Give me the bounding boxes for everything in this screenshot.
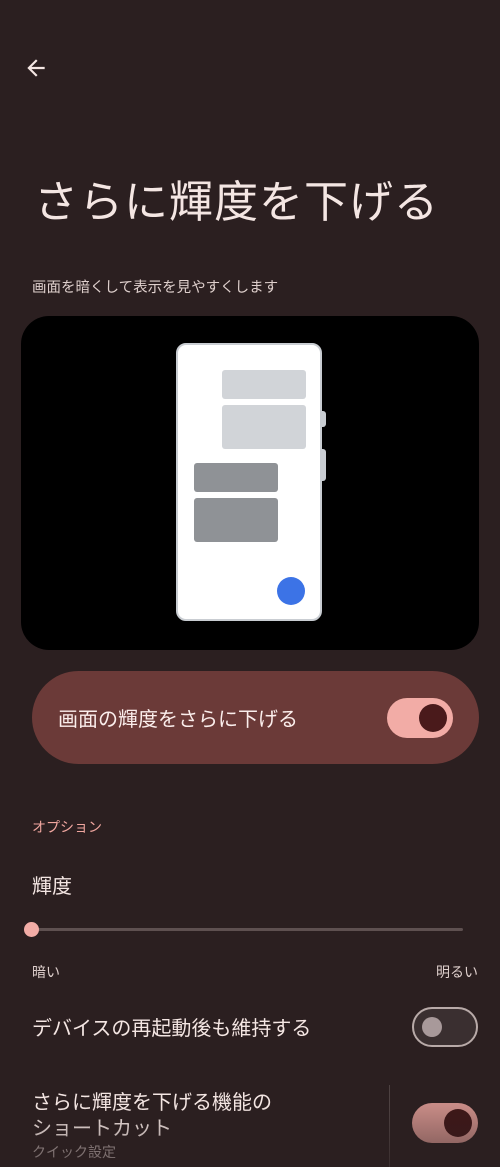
shortcut-label-line1[interactable]: さらに輝度を下げる機能の [32, 1086, 272, 1115]
section-label-options: オプション [32, 820, 102, 836]
arrow-left-icon [27, 59, 45, 77]
message-bubble [222, 405, 306, 449]
phone-illustration [176, 343, 326, 621]
message-bubble [194, 498, 278, 542]
brightness-label: 輝度 [32, 874, 72, 898]
shortcut-label-line2[interactable]: ショートカット [32, 1112, 172, 1141]
message-bubble [194, 463, 278, 492]
phone-side-button [321, 449, 326, 481]
page-title: さらに輝度を下げる [34, 177, 439, 228]
row-divider [389, 1085, 390, 1167]
switch-knob [444, 1109, 472, 1137]
main-toggle-label: 画面の輝度をさらに下げる [58, 707, 298, 731]
phone-preview [21, 316, 479, 650]
slider-min-label: 暗い [32, 965, 60, 981]
switch-knob [422, 1017, 442, 1037]
brightness-slider-track[interactable] [32, 928, 463, 931]
main-toggle-switch[interactable] [387, 697, 453, 738]
phone-side-button [321, 411, 326, 427]
shortcut-switch[interactable] [412, 1103, 478, 1143]
shortcut-sublabel: クイック設定 [32, 1145, 116, 1161]
switch-knob [419, 703, 447, 732]
persist-after-restart-switch[interactable] [412, 1007, 478, 1047]
main-toggle-card[interactable]: 画面の輝度をさらに下げる [32, 671, 479, 764]
brightness-slider-thumb[interactable] [24, 922, 39, 937]
fab-dot [277, 577, 305, 605]
page-subtitle: 画面を暗くして表示を見やすくします [32, 280, 279, 296]
persist-after-restart-label: デバイスの再起動後も維持する [32, 1016, 312, 1040]
slider-max-label: 明るい [436, 965, 478, 981]
back-button[interactable] [16, 48, 56, 88]
message-bubble [222, 370, 306, 399]
